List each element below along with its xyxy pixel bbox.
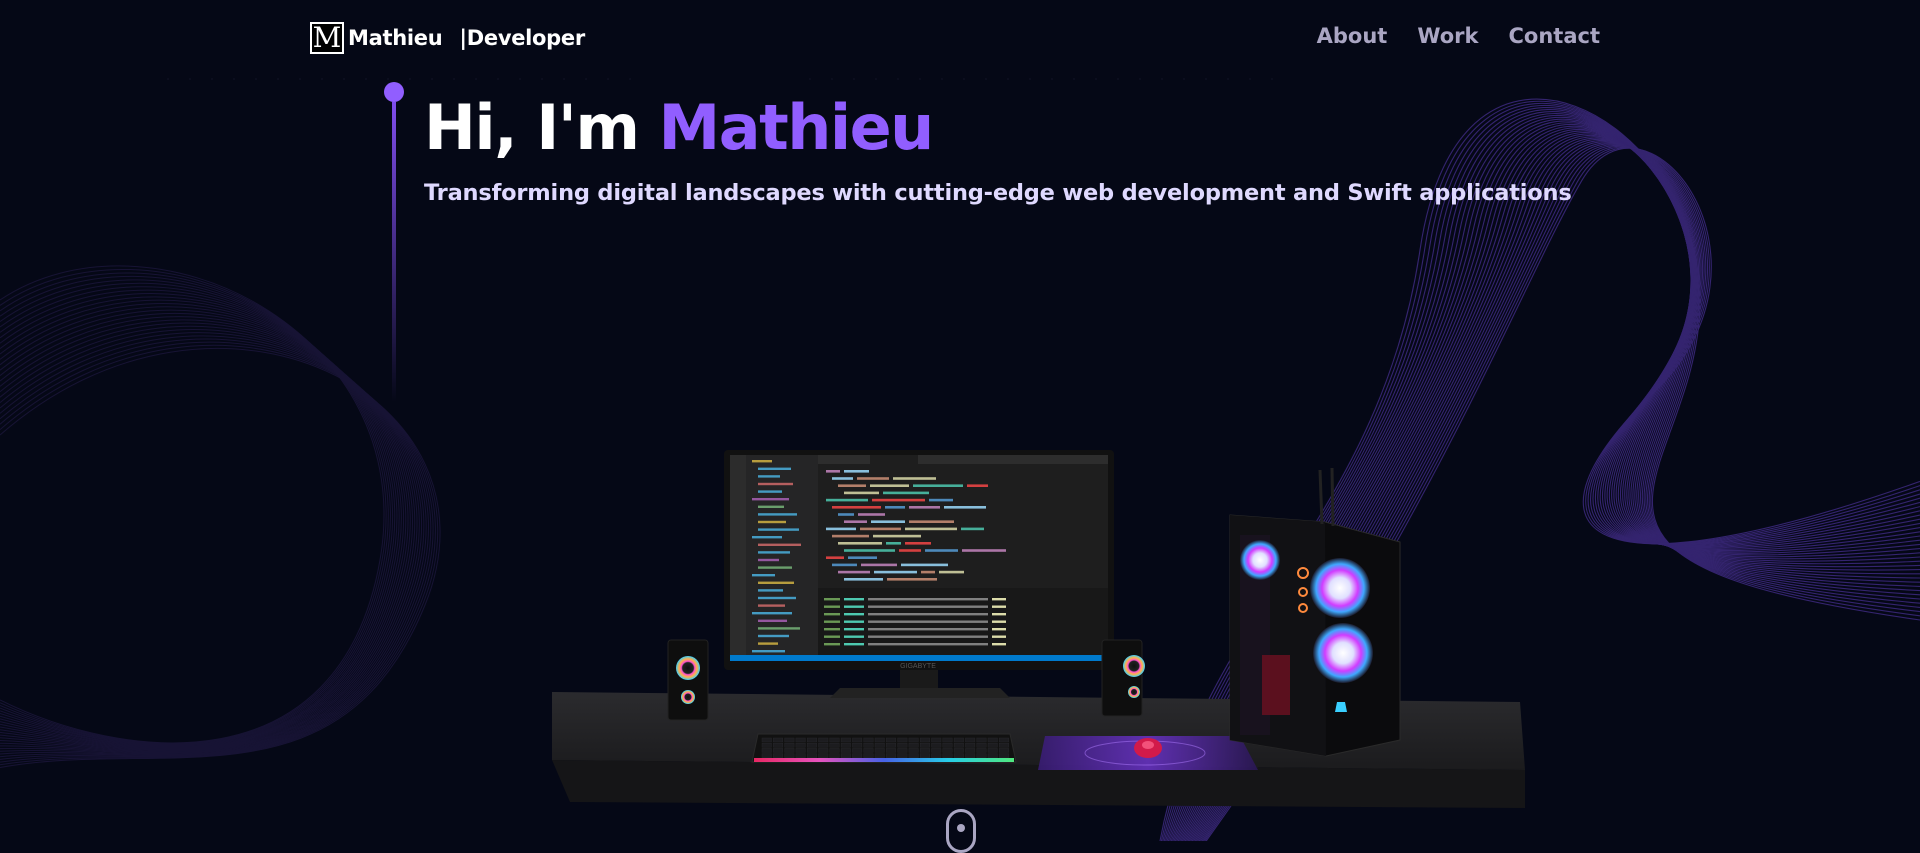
right-speaker <box>1101 639 1145 717</box>
hero-accent-line <box>384 82 404 402</box>
hero-accent-bar <box>392 102 396 402</box>
logo-link[interactable]: M Mathieu |Developer <box>310 20 585 56</box>
hero-accent-dot <box>384 82 404 102</box>
monitor-brand-label: GIGABYTE <box>900 663 936 670</box>
navbar: M Mathieu |Developer About Work Contact <box>0 0 1920 78</box>
nav-links: About Work Contact <box>1317 24 1600 48</box>
hero-subtitle: Transforming digital landscapes with cut… <box>424 180 1572 206</box>
hero-title: Hi, I'm Mathieu <box>424 88 935 168</box>
scroll-dot <box>957 824 965 832</box>
scroll-down-indicator[interactable] <box>946 809 976 853</box>
nav-link-about[interactable]: About <box>1317 24 1388 48</box>
nav-link-work[interactable]: Work <box>1417 24 1478 48</box>
logo-separator: | <box>459 26 467 50</box>
keyboard <box>751 733 1017 763</box>
logo-text: Mathieu |Developer <box>348 26 585 50</box>
hero-name: Mathieu <box>658 91 935 164</box>
nav-link-contact[interactable]: Contact <box>1509 24 1601 48</box>
logo-mark: M <box>310 22 344 54</box>
logo-role: Developer <box>466 26 585 50</box>
left-speaker <box>667 639 709 721</box>
monitor: GIGABYTE <box>724 450 1114 698</box>
logo-letter: M <box>312 21 342 54</box>
pc-tower <box>1229 467 1401 757</box>
desk-setup-illustration: GIGABYTE <box>552 450 1525 808</box>
hero-greeting: Hi, I'm <box>424 91 640 164</box>
logo-name: Mathieu <box>348 26 443 50</box>
mouse <box>1134 738 1162 758</box>
